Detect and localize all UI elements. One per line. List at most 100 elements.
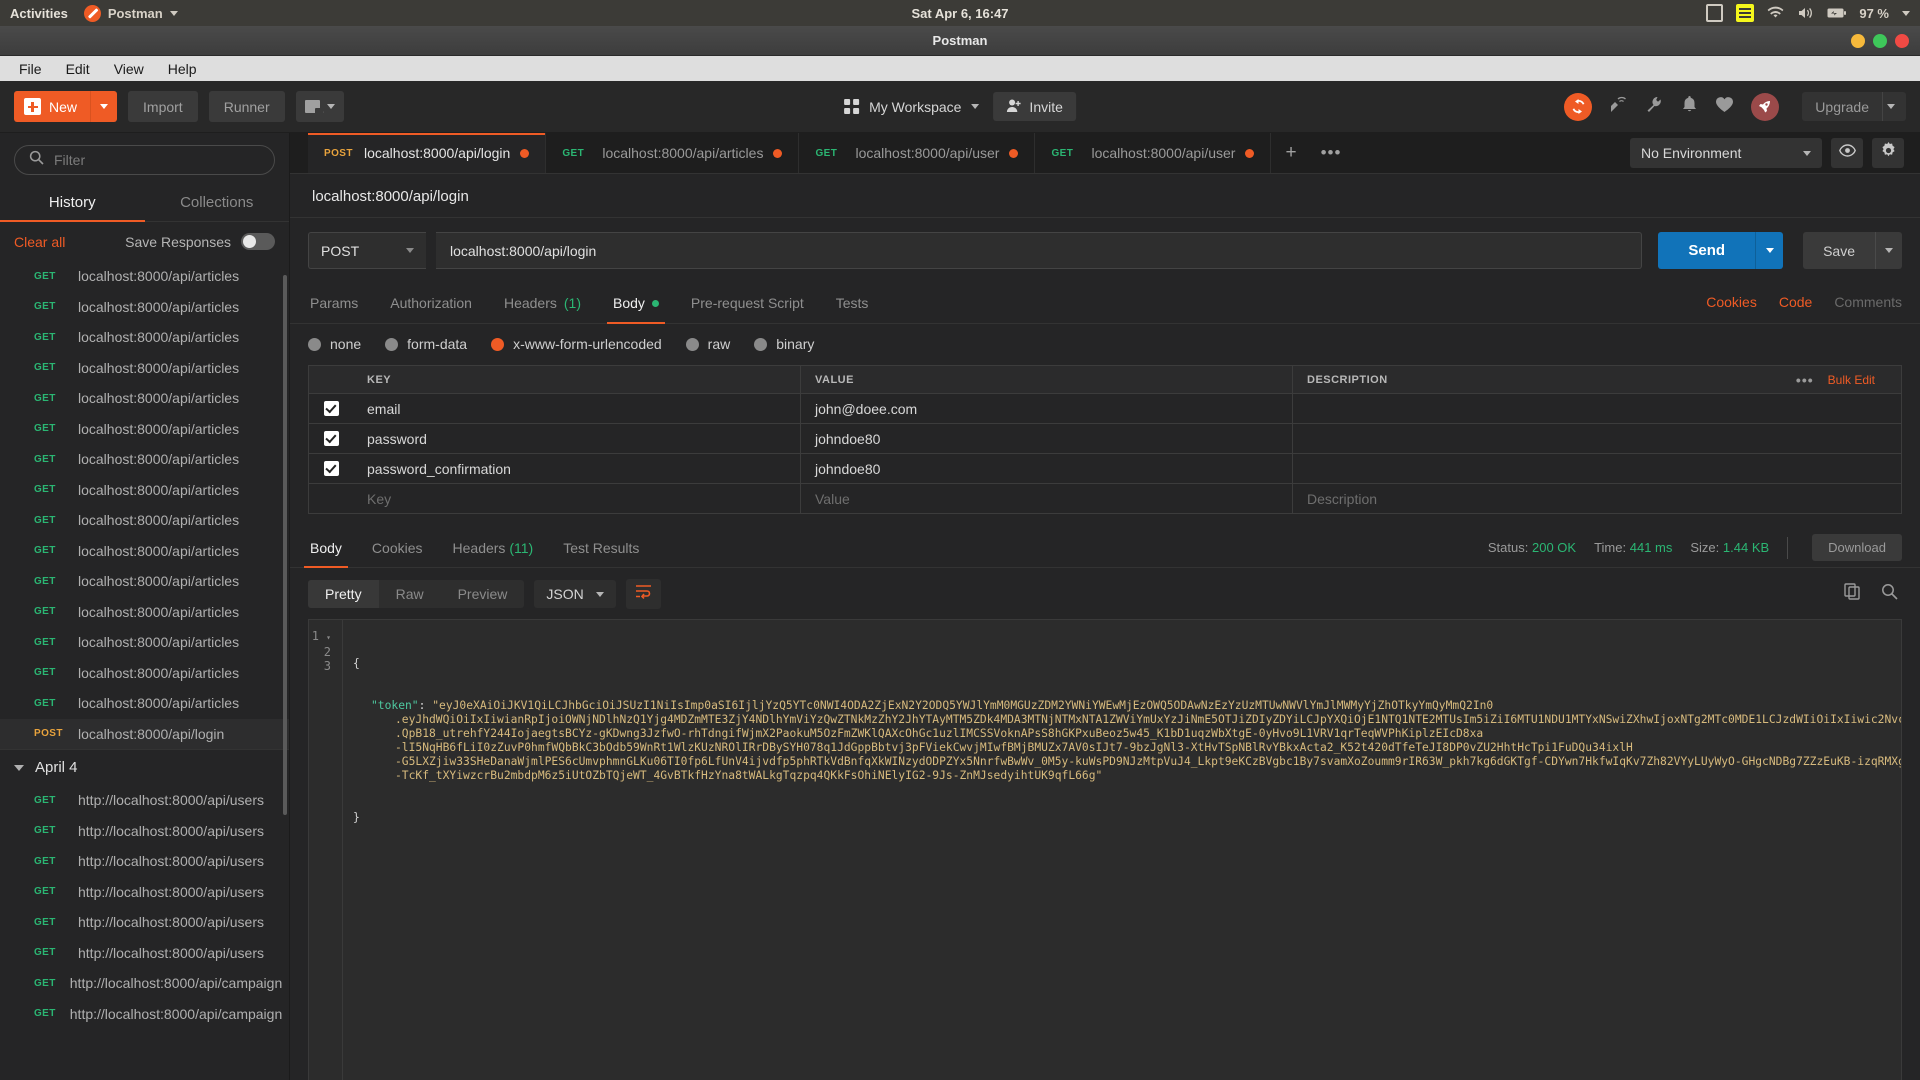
antenna-icon[interactable] — [1609, 95, 1628, 119]
history-item[interactable]: GETlocalhost:8000/api/articles — [0, 261, 289, 292]
new-dropdown-button[interactable] — [90, 91, 117, 122]
add-tab-button[interactable]: + — [1271, 133, 1310, 173]
activities-button[interactable]: Activities — [10, 6, 68, 21]
tab-body[interactable]: Body — [611, 281, 661, 323]
history-item[interactable]: GEThttp://localhost:8000/api/campaign — [0, 968, 289, 999]
table-row[interactable]: password_confirmationjohndoe80 — [309, 454, 1901, 484]
workspace-selector[interactable]: My Workspace — [844, 99, 979, 115]
filter-box[interactable] — [14, 145, 275, 175]
copy-icon[interactable] — [1844, 583, 1861, 605]
new-button[interactable]: New — [14, 91, 117, 122]
view-mode-preview[interactable]: Preview — [441, 580, 525, 608]
request-tab[interactable]: GETlocalhost:8000/api/user — [799, 133, 1035, 173]
tab-params[interactable]: Params — [308, 281, 360, 323]
row-key[interactable]: password_confirmation — [353, 454, 801, 483]
view-mode-pretty[interactable]: Pretty — [308, 580, 379, 608]
maximize-button[interactable] — [1873, 34, 1887, 48]
response-body-viewer[interactable]: 1 ▾ 2 3 { "token": "eyJ0eXAiOiJKV1QiLCJh… — [308, 619, 1902, 1080]
history-item[interactable]: GEThttp://localhost:8000/api/users — [0, 938, 289, 969]
history-item[interactable]: GETlocalhost:8000/api/articles — [0, 383, 289, 414]
wrench-icon[interactable] — [1645, 95, 1664, 119]
sidebar-scrollbar[interactable] — [283, 275, 287, 815]
list-icon[interactable] — [1736, 4, 1754, 22]
row-key[interactable]: password — [353, 424, 801, 453]
row-checkbox[interactable] — [309, 401, 353, 416]
history-item[interactable]: GETlocalhost:8000/api/articles — [0, 536, 289, 567]
tab-headers[interactable]: Headers (1) — [502, 281, 583, 323]
chevron-down-icon[interactable] — [1902, 11, 1910, 16]
body-type-form-data[interactable]: form-data — [385, 336, 467, 352]
menu-file[interactable]: File — [9, 59, 52, 79]
response-tab-test-results[interactable]: Test Results — [561, 528, 641, 567]
battery-icon[interactable] — [1827, 7, 1846, 19]
tab-tests[interactable]: Tests — [834, 281, 871, 323]
history-item[interactable]: GETlocalhost:8000/api/articles — [0, 353, 289, 384]
clear-all-button[interactable]: Clear all — [14, 234, 65, 250]
row-value[interactable]: johndoe80 — [801, 424, 1293, 453]
import-button[interactable]: Import — [128, 91, 198, 122]
sidebar-tab-collections[interactable]: Collections — [145, 185, 290, 221]
row-description[interactable] — [1293, 424, 1901, 453]
invite-button[interactable]: Invite — [993, 92, 1075, 121]
bulk-edit-button[interactable]: Bulk Edit — [1828, 373, 1875, 387]
body-type-urlencoded[interactable]: x-www-form-urlencoded — [491, 336, 662, 352]
history-item[interactable]: GETlocalhost:8000/api/articles — [0, 627, 289, 658]
tab-pre-request-script[interactable]: Pre-request Script — [689, 281, 806, 323]
bell-icon[interactable] — [1681, 95, 1698, 118]
method-selector[interactable]: POST — [308, 232, 426, 269]
history-item[interactable]: GETlocalhost:8000/api/articles — [0, 292, 289, 323]
upgrade-dropdown[interactable] — [1882, 92, 1906, 121]
sync-icon[interactable] — [1564, 93, 1592, 121]
body-type-none[interactable]: none — [308, 336, 361, 352]
environment-selector[interactable]: No Environment — [1630, 138, 1822, 168]
url-input[interactable] — [436, 232, 1642, 269]
menu-help[interactable]: Help — [158, 59, 207, 79]
heart-icon[interactable] — [1715, 96, 1734, 118]
row-checkbox[interactable] — [309, 461, 353, 476]
history-item[interactable]: GEThttp://localhost:8000/api/users — [0, 816, 289, 847]
table-row-placeholder[interactable]: KeyValueDescription — [309, 484, 1901, 514]
history-item[interactable]: GETlocalhost:8000/api/articles — [0, 566, 289, 597]
upgrade-button[interactable]: Upgrade — [1802, 92, 1906, 121]
menu-edit[interactable]: Edit — [56, 59, 100, 79]
row-value-placeholder[interactable]: Value — [801, 484, 1293, 513]
history-item[interactable]: GEThttp://localhost:8000/api/campaign — [0, 999, 289, 1030]
close-button[interactable] — [1895, 34, 1909, 48]
history-item[interactable]: GETlocalhost:8000/api/articles — [0, 658, 289, 689]
environment-quick-look-button[interactable] — [1831, 138, 1863, 168]
tab-authorization[interactable]: Authorization — [388, 281, 474, 323]
row-key-placeholder[interactable]: Key — [353, 484, 801, 513]
history-group-header[interactable]: April 4 — [0, 749, 289, 785]
tab-options-button[interactable]: ••• — [1311, 133, 1352, 173]
history-list[interactable]: GETlocalhost:8000/api/articlesGETlocalho… — [0, 261, 289, 1080]
new-collection-button[interactable] — [296, 91, 344, 122]
request-tab[interactable]: POSTlocalhost:8000/api/login — [308, 133, 546, 173]
response-tab-headers[interactable]: Headers (11) — [451, 528, 536, 567]
request-tab[interactable]: GETlocalhost:8000/api/articles — [546, 133, 799, 173]
history-item[interactable]: GETlocalhost:8000/api/articles — [0, 414, 289, 445]
body-type-binary[interactable]: binary — [754, 336, 814, 352]
search-input[interactable] — [54, 152, 260, 168]
view-mode-raw[interactable]: Raw — [379, 580, 441, 608]
row-key[interactable]: email — [353, 394, 801, 423]
row-description-placeholder[interactable]: Description — [1293, 484, 1901, 513]
history-item[interactable]: GEThttp://localhost:8000/api/users — [0, 785, 289, 816]
rocket-icon[interactable] — [1751, 93, 1779, 121]
save-options-button[interactable] — [1875, 232, 1902, 269]
history-item[interactable]: GETlocalhost:8000/api/articles — [0, 505, 289, 536]
download-button[interactable]: Download — [1812, 534, 1902, 561]
history-item[interactable]: POSTlocalhost:8000/api/login — [0, 719, 289, 750]
row-description[interactable] — [1293, 394, 1901, 423]
table-row[interactable]: passwordjohndoe80 — [309, 424, 1901, 454]
history-item[interactable]: GETlocalhost:8000/api/articles — [0, 597, 289, 628]
body-type-raw[interactable]: raw — [686, 336, 731, 352]
environment-settings-button[interactable] — [1872, 138, 1904, 168]
menu-view[interactable]: View — [104, 59, 154, 79]
history-item[interactable]: GEThttp://localhost:8000/api/users — [0, 877, 289, 908]
history-item[interactable]: GETlocalhost:8000/api/articles — [0, 322, 289, 353]
row-checkbox[interactable] — [309, 431, 353, 446]
app-menu-postman[interactable]: Postman — [84, 5, 178, 22]
row-value[interactable]: john@doee.com — [801, 394, 1293, 423]
history-item[interactable]: GEThttp://localhost:8000/api/users — [0, 907, 289, 938]
history-item[interactable]: GETlocalhost:8000/api/articles — [0, 688, 289, 719]
